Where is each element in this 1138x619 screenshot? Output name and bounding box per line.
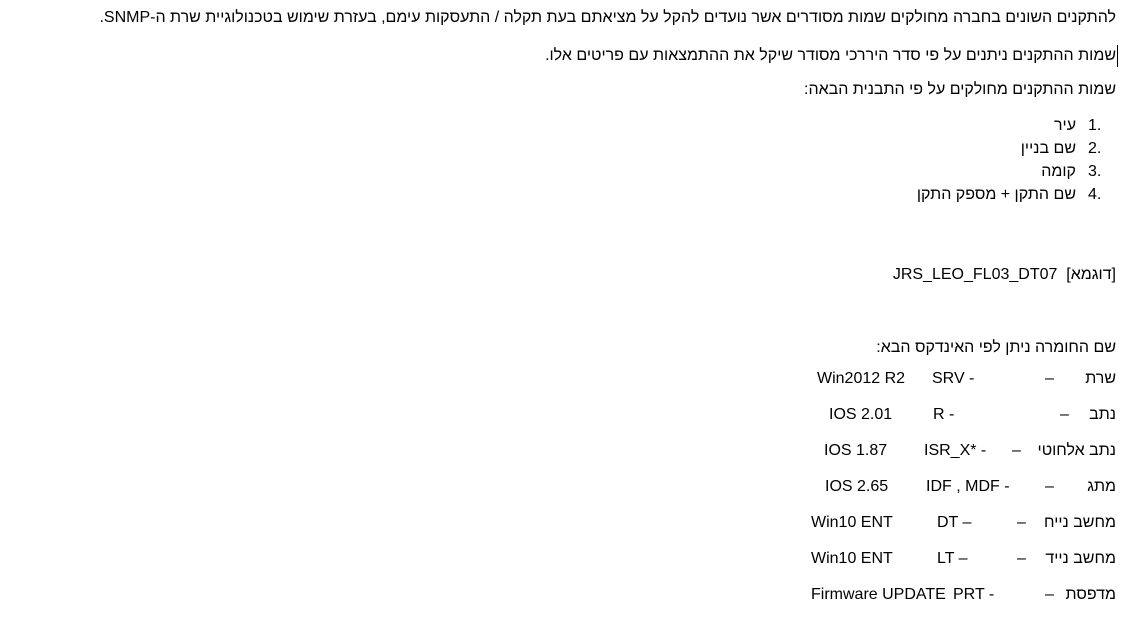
list-number: 3. — [1088, 163, 1102, 180]
text-cursor — [1117, 45, 1118, 67]
separator-dash: – — [1045, 586, 1054, 603]
document-page[interactable]: להתקנים השונים בחברה מחולקים שמות מסודרי… — [0, 0, 1138, 619]
list-text: עיר — [1053, 117, 1076, 134]
hardware-name: מחשב נייח — [1044, 514, 1116, 531]
table-row: מחשב נייד – LT – Win10 ENT — [806, 546, 1118, 572]
table-row: נתב אלחוטי – ISR_X* - IOS 1.87 — [806, 438, 1118, 464]
separator-dash: – — [1045, 478, 1054, 495]
index-intro: שם החומרה ניתן לפי האינדקס הבא: — [876, 339, 1116, 356]
list-item: 2. שם בניין — [917, 137, 1114, 160]
hardware-version: Firmware UPDATE — [811, 586, 946, 603]
list-item: 4. שם התקן + מספק התקן — [917, 183, 1114, 206]
list-text: שם התקן + מספק התקן — [916, 186, 1076, 203]
separator-dash: – — [1045, 370, 1054, 387]
table-row: שרת – SRV - Win2012 R2 — [806, 366, 1118, 392]
pattern-list: 1. עיר 2. שם בניין 3. קומה 4. שם התקן + … — [917, 114, 1114, 206]
list-item: 3. קומה — [917, 160, 1114, 183]
list-number: 1. — [1088, 117, 1102, 134]
hardware-name: שרת — [1085, 370, 1116, 387]
list-item: 1. עיר — [917, 114, 1114, 137]
list-number: 2. — [1088, 140, 1102, 157]
separator-dash: – — [1060, 406, 1069, 423]
hardware-name: מחשב נייד — [1045, 550, 1116, 567]
hardware-code: R - — [933, 406, 955, 423]
hardware-version: IOS 1.87 — [824, 442, 888, 459]
table-row: מחשב נייח – DT – Win10 ENT — [806, 510, 1118, 536]
example-label: [דוגמא] — [1066, 266, 1116, 283]
hardware-code: IDF , MDF - — [926, 478, 1010, 495]
hardware-code: PRT - — [953, 586, 995, 603]
table-row: מתג – IDF , MDF - IOS 2.65 — [806, 474, 1118, 500]
table-row: נתב – R - IOS 2.01 — [806, 402, 1118, 428]
hardware-version: IOS 2.65 — [825, 478, 889, 495]
separator-dash: – — [1017, 550, 1026, 567]
hardware-name: נתב אלחוטי — [1037, 442, 1116, 459]
hardware-name: מתג — [1087, 478, 1116, 495]
hardware-version: Win10 ENT — [811, 514, 893, 531]
hardware-name: מדפסת — [1065, 586, 1116, 603]
hardware-name: נתב — [1089, 406, 1116, 423]
separator-dash: – — [1017, 514, 1026, 531]
hardware-code: DT – — [937, 514, 972, 531]
example-line: [דוגמא] JRS_LEO_FL03_DT07 — [893, 265, 1116, 285]
list-text: שם בניין — [1020, 140, 1076, 157]
pattern-intro: שמות ההתקנים מחולקים על פי התבנית הבאה: — [804, 81, 1116, 98]
hardware-code: ISR_X* - — [924, 442, 987, 459]
hierarchy-paragraph: שמות ההתקנים ניתנים על פי סדר היררכי מסו… — [545, 47, 1116, 64]
table-row: מדפסת – PRT - Firmware UPDATE — [806, 582, 1118, 608]
separator-dash: – — [1012, 442, 1021, 459]
intro-paragraph: להתקנים השונים בחברה מחולקים שמות מסודרי… — [99, 9, 1116, 26]
list-text: קומה — [1041, 163, 1076, 180]
list-number: 4. — [1088, 186, 1102, 203]
example-value: JRS_LEO_FL03_DT07 — [892, 266, 1058, 283]
hardware-code: SRV - — [932, 370, 975, 387]
hardware-version: Win10 ENT — [811, 550, 893, 567]
hardware-code: LT – — [937, 550, 968, 567]
hardware-version: IOS 2.01 — [829, 406, 893, 423]
hardware-version: Win2012 R2 — [817, 370, 906, 387]
